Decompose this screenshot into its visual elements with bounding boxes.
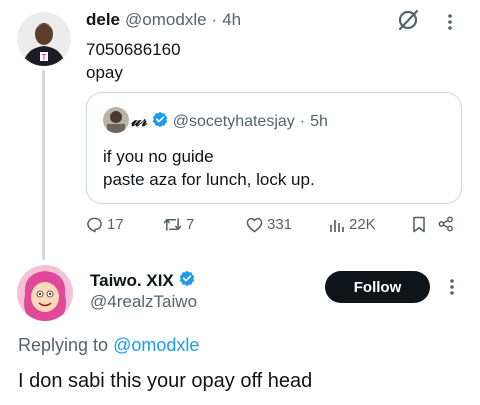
reply-author-handle[interactable]: @4realzTaiwo — [90, 292, 197, 312]
separator: · — [299, 112, 306, 130]
follow-button[interactable]: Follow — [325, 271, 430, 303]
quoted-author-handle[interactable]: @socetyhatesjay — [173, 113, 295, 131]
quoted-time[interactable]: 5h — [310, 113, 328, 131]
separator: · — [211, 10, 218, 29]
tweet-text-line: opay — [86, 63, 123, 82]
quoted-text-line: if you no guide — [103, 147, 214, 166]
grok-icon[interactable] — [396, 8, 420, 37]
reply-icon — [87, 217, 102, 233]
action-bar: 17 7 331 22K — [86, 216, 466, 238]
verified-badge-icon — [179, 270, 195, 291]
bookmark-icon — [413, 216, 425, 233]
reply-button[interactable]: 17 — [86, 216, 124, 233]
replying-to: Replying to @omodxle — [18, 335, 199, 356]
like-button[interactable]: 331 — [246, 216, 292, 233]
quoted-avatar[interactable] — [103, 107, 129, 133]
like-count: 331 — [267, 216, 293, 233]
tweet-text: 7050686160 opay — [86, 38, 181, 84]
retweet-count: 7 — [186, 216, 195, 233]
heart-icon — [246, 217, 263, 232]
quoted-text: if you no guide paste aza for lunch, loc… — [103, 145, 315, 191]
tweet-header: dele @omodxle · 4h — [86, 10, 241, 30]
reply-author-name[interactable]: Taiwo. XIX — [90, 271, 174, 291]
quoted-author-name[interactable]: 𝓊𝓇 — [131, 113, 147, 131]
quoted-text-line: paste aza for lunch, lock up. — [103, 170, 315, 189]
svg-text:T: T — [41, 53, 47, 62]
avatar-taiwo[interactable] — [17, 265, 73, 321]
replying-handle-link[interactable]: @omodxle — [113, 335, 199, 355]
tweet-time[interactable]: 4h — [222, 10, 241, 30]
share-icon — [438, 216, 453, 232]
views-button[interactable]: 22K — [329, 216, 376, 233]
quoted-header: 𝓊𝓇 @socetyhatesjay · 5h — [131, 111, 328, 132]
quoted-tweet[interactable]: 𝓊𝓇 @socetyhatesjay · 5h if you no guide … — [86, 92, 462, 204]
more-icon[interactable] — [447, 277, 457, 302]
thread-line — [42, 70, 45, 260]
views-icon — [330, 219, 344, 232]
author-handle[interactable]: @omodxle — [125, 10, 207, 30]
tweet-text-line: 7050686160 — [86, 40, 181, 59]
share-button[interactable] — [438, 216, 454, 232]
verified-badge-icon — [152, 111, 168, 132]
replying-prefix: Replying to — [18, 335, 109, 355]
reply-author-row: Taiwo. XIX — [90, 270, 195, 291]
views-count: 22K — [349, 216, 376, 233]
retweet-button[interactable]: 7 — [163, 216, 194, 233]
bookmark-button[interactable] — [412, 216, 426, 233]
retweet-icon — [163, 218, 182, 231]
author-name[interactable]: dele — [86, 10, 120, 30]
more-icon[interactable] — [445, 12, 455, 37]
avatar-dele[interactable]: T — [17, 12, 71, 66]
reply-text: I don sabi this your opay off head — [18, 370, 313, 392]
reply-count: 17 — [107, 216, 124, 233]
